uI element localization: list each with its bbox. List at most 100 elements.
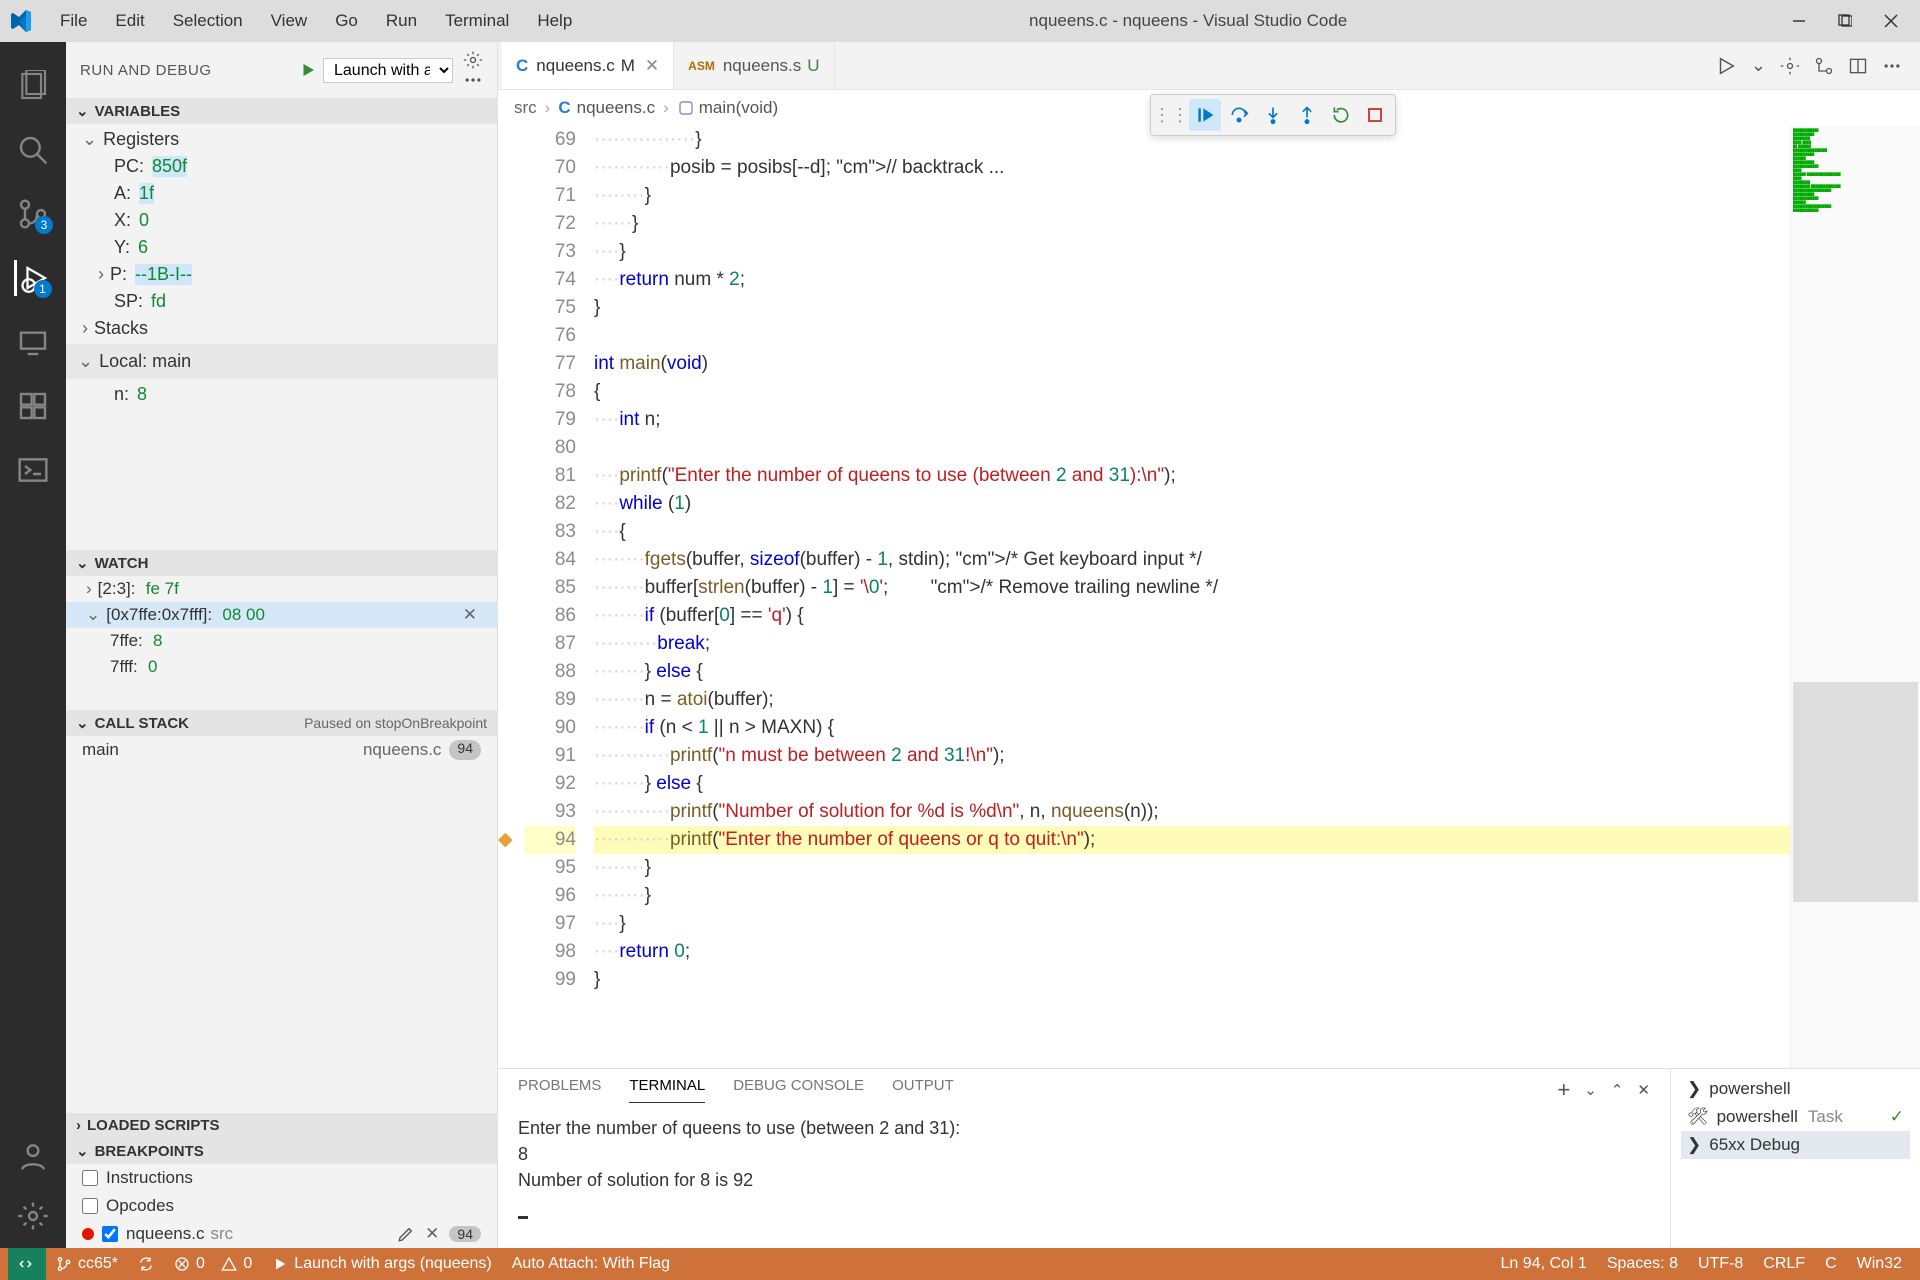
gear-icon[interactable]: [1780, 56, 1800, 76]
git-sync[interactable]: [128, 1256, 164, 1272]
indentation[interactable]: Spaces: 8: [1597, 1255, 1688, 1273]
continue-button[interactable]: [1189, 99, 1221, 131]
restart-button[interactable]: [1325, 99, 1357, 131]
problems-indicator[interactable]: 0 0: [164, 1255, 262, 1273]
step-over-button[interactable]: [1223, 99, 1255, 131]
menu-file[interactable]: File: [46, 7, 101, 35]
registers-group[interactable]: ⌄Registers: [94, 126, 497, 153]
close-button[interactable]: [1882, 12, 1900, 30]
settings-icon[interactable]: [15, 1198, 51, 1234]
editor-area: Cnqueens.cM✕ ASMnqueens.sU ⌄ ⋮⋮ src› Cnq…: [498, 42, 1920, 1248]
terminal-dropdown-icon[interactable]: ⌄: [1584, 1081, 1597, 1099]
debug-target[interactable]: Launch with args (nqueens): [262, 1255, 501, 1273]
extensions-icon[interactable]: [15, 388, 51, 424]
maximize-panel-icon[interactable]: ⌃: [1611, 1081, 1624, 1099]
terminal-item[interactable]: ❯65xx Debug: [1681, 1131, 1910, 1159]
menu-selection[interactable]: Selection: [159, 7, 257, 35]
explorer-icon[interactable]: [15, 68, 51, 104]
bp-file[interactable]: nqueens.csrc ✕94: [66, 1220, 497, 1248]
remote-indicator[interactable]: [8, 1248, 46, 1280]
panel-tab-terminal[interactable]: TERMINAL: [629, 1077, 705, 1103]
tab-nqueens-s[interactable]: ASMnqueens.sU: [674, 42, 834, 89]
more-icon[interactable]: [463, 70, 483, 90]
menu-run[interactable]: Run: [372, 7, 431, 35]
editor-tabs: Cnqueens.cM✕ ASMnqueens.sU ⌄: [498, 42, 1920, 90]
cursor-position[interactable]: Ln 94, Col 1: [1491, 1255, 1597, 1273]
more-icon[interactable]: [1882, 56, 1902, 76]
menu-terminal[interactable]: Terminal: [431, 7, 523, 35]
split-icon[interactable]: [1848, 56, 1868, 76]
reg-sp: fd: [151, 291, 166, 312]
watch-section[interactable]: ⌄WATCH: [66, 550, 497, 576]
run-icon[interactable]: [1715, 55, 1737, 77]
gear-icon[interactable]: [463, 50, 483, 70]
close-tab-icon[interactable]: ✕: [645, 56, 659, 76]
remove-bp-icon[interactable]: ✕: [425, 1224, 439, 1244]
git-branch[interactable]: cc65*: [46, 1255, 128, 1273]
source-control-icon[interactable]: 3: [15, 196, 51, 232]
step-out-button[interactable]: [1291, 99, 1323, 131]
start-debug-button[interactable]: [299, 61, 317, 79]
menu-edit[interactable]: Edit: [101, 7, 158, 35]
terminal-panel-icon[interactable]: [15, 452, 51, 488]
status-bar: cc65* 0 0 Launch with args (nqueens) Aut…: [0, 1248, 1920, 1280]
minimize-button[interactable]: [1790, 12, 1808, 30]
stack-frame[interactable]: mainnqueens.c94: [66, 736, 497, 764]
reg-p[interactable]: --1B-I--: [135, 264, 192, 285]
search-icon[interactable]: [15, 132, 51, 168]
reg-y: 6: [138, 237, 148, 258]
reg-x: 0: [139, 210, 149, 231]
debug-toolbar[interactable]: ⋮⋮: [1150, 94, 1396, 136]
variables-section[interactable]: ⌄VARIABLES: [66, 98, 497, 124]
minimap[interactable]: ██████████████████████████████████ █████…: [1790, 126, 1920, 1068]
breakpoints-section[interactable]: ⌄BREAKPOINTS: [66, 1138, 497, 1164]
new-terminal-icon[interactable]: +: [1557, 1077, 1570, 1103]
bp-opcodes[interactable]: Opcodes: [66, 1192, 497, 1220]
vscode-icon: [8, 9, 32, 33]
menu-go[interactable]: Go: [321, 7, 372, 35]
os-indicator[interactable]: Win32: [1847, 1255, 1912, 1273]
bp-instructions[interactable]: Instructions: [66, 1164, 497, 1192]
diff-icon[interactable]: [1814, 56, 1834, 76]
remote-icon[interactable]: [15, 324, 51, 360]
watch-row[interactable]: ›[2:3]: fe 7f: [66, 576, 497, 602]
delete-watch-icon[interactable]: ✕: [463, 605, 477, 625]
debug-badge: 1: [34, 280, 52, 298]
tab-nqueens-c[interactable]: Cnqueens.cM✕: [502, 42, 674, 89]
reg-a: 1f: [139, 183, 154, 204]
stop-button[interactable]: [1359, 99, 1391, 131]
breakpoint-gutter[interactable]: ◆: [498, 126, 524, 1068]
watch-row[interactable]: ⌄[0x7ffe:0x7fff]: 08 00✕: [66, 602, 497, 628]
language-mode[interactable]: C: [1815, 1255, 1847, 1273]
menu-help[interactable]: Help: [523, 7, 586, 35]
loaded-scripts-section[interactable]: ›LOADED SCRIPTS: [66, 1113, 497, 1138]
debug-config-select[interactable]: Launch with args: [323, 58, 453, 83]
close-panel-icon[interactable]: ✕: [1637, 1081, 1650, 1099]
code-editor[interactable]: ················}············posib = pos…: [594, 126, 1790, 1068]
bottom-panel: PROBLEMS TERMINAL DEBUG CONSOLE OUTPUT +…: [498, 1068, 1920, 1248]
menu-view[interactable]: View: [257, 7, 322, 35]
panel-tab-debug-console[interactable]: DEBUG CONSOLE: [733, 1077, 864, 1103]
terminal-item[interactable]: ❯powershell: [1681, 1075, 1910, 1103]
local-n: 8: [137, 384, 147, 405]
eol[interactable]: CRLF: [1753, 1255, 1815, 1273]
drag-handle-icon[interactable]: ⋮⋮: [1155, 99, 1187, 131]
accounts-icon[interactable]: [15, 1138, 51, 1174]
auto-attach[interactable]: Auto Attach: With Flag: [502, 1255, 680, 1273]
encoding[interactable]: UTF-8: [1688, 1255, 1753, 1273]
maximize-button[interactable]: [1836, 12, 1854, 30]
panel-tab-output[interactable]: OUTPUT: [892, 1077, 954, 1103]
step-into-button[interactable]: [1257, 99, 1289, 131]
callstack-section[interactable]: ⌄CALL STACKPaused on stopOnBreakpoint: [66, 710, 497, 736]
activity-bar: 3 1: [0, 42, 66, 1248]
local-group[interactable]: ⌄Local: main: [94, 348, 485, 375]
powershell-icon: ❯: [1687, 1135, 1701, 1155]
stacks-group[interactable]: ›Stacks: [94, 315, 497, 342]
terminal-item[interactable]: 🛠powershellTask✓: [1681, 1103, 1910, 1131]
run-debug-icon[interactable]: 1: [14, 260, 50, 296]
terminal-output[interactable]: Enter the number of queens to use (betwe…: [498, 1111, 1670, 1248]
panel-tab-problems[interactable]: PROBLEMS: [518, 1077, 601, 1103]
run-debug-header: RUN AND DEBUG Launch with args: [66, 42, 497, 98]
edit-icon[interactable]: [397, 1225, 415, 1243]
reg-pc: 850f: [152, 156, 187, 177]
